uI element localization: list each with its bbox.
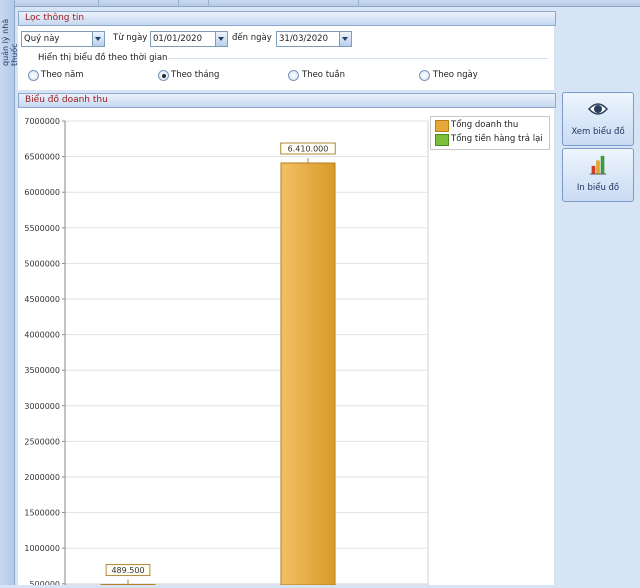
side-collapsed-tab[interactable]: quản lý nhà thuốc xyxy=(0,0,15,585)
radio-week-label: Theo tuần xyxy=(302,69,345,81)
chevron-down-icon[interactable] xyxy=(215,32,227,46)
period-select[interactable]: Quý này xyxy=(21,31,105,47)
top-tab[interactable] xyxy=(98,0,179,6)
right-actions-column: Xem biểu đồ In biểu đồ xyxy=(556,10,640,585)
y-tick-label: 1500000 xyxy=(24,509,60,518)
y-axis: 7000000 6500000 6000000 5500000 5000000 45000… xyxy=(24,117,65,585)
y-tick-label: 5000000 xyxy=(24,259,60,268)
to-date-label: đến ngày xyxy=(232,32,272,44)
y-tick-label: 2500000 xyxy=(24,437,60,446)
top-tab[interactable] xyxy=(40,0,99,6)
y-tick-label: 3500000 xyxy=(24,366,60,375)
radio-month-label: Theo tháng xyxy=(171,69,219,81)
data-label: 6.410.000 xyxy=(288,145,329,154)
y-tick-label: 4000000 xyxy=(24,331,60,340)
y-tick-label: 6000000 xyxy=(24,188,60,197)
print-chart-label: In biểu đồ xyxy=(563,183,633,193)
y-tick-label: 7000000 xyxy=(24,117,60,126)
data-label: 489.500 xyxy=(111,566,144,575)
period-select-value: Quý này xyxy=(24,33,59,45)
top-tab-strip xyxy=(0,0,640,7)
radio-week[interactable] xyxy=(288,70,299,81)
legend-swatch-returns xyxy=(435,134,449,146)
y-tick-label: 2000000 xyxy=(24,473,60,482)
y-tick-label: 5500000 xyxy=(24,224,60,233)
bar-chart-icon xyxy=(563,155,633,175)
filter-panel: Quý này Từ ngày 01/01/2020 đến ngày 31/0… xyxy=(18,26,554,90)
top-tab[interactable] xyxy=(208,0,359,6)
filter-panel-title: Lọc thông tin xyxy=(25,13,84,23)
radio-year-label: Theo năm xyxy=(41,69,84,81)
chevron-down-icon[interactable] xyxy=(339,32,351,46)
y-tick-label: 1000000 xyxy=(24,544,60,553)
y-tick-label: 4500000 xyxy=(24,295,60,304)
radio-day-label: Theo ngày xyxy=(433,69,478,81)
bar-revenue xyxy=(281,163,335,585)
chevron-down-icon[interactable] xyxy=(92,32,104,46)
to-date-value: 31/03/2020 xyxy=(279,33,328,45)
filter-panel-header: Lọc thông tin xyxy=(18,11,556,26)
revenue-chart: 7000000 6500000 6000000 5500000 5000000 45000… xyxy=(18,108,554,585)
to-date-field[interactable]: 31/03/2020 xyxy=(276,31,352,47)
side-tab-label: quản lý nhà thuốc xyxy=(1,6,19,66)
group-divider xyxy=(168,58,548,59)
from-date-label: Từ ngày xyxy=(113,32,147,44)
legend-label-returns: Tổng tiền hàng trả lại xyxy=(451,133,543,145)
time-group-label: Hiển thị biểu đồ theo thời gian xyxy=(38,52,167,64)
y-tick-label: 500000 xyxy=(29,580,60,585)
top-tab[interactable] xyxy=(178,0,209,6)
radio-year[interactable] xyxy=(28,70,39,81)
radio-day[interactable] xyxy=(419,70,430,81)
chart-legend: Tổng doanh thu Tổng tiền hàng trả lại xyxy=(430,116,550,150)
plot-area xyxy=(65,121,428,585)
chart-area: 7000000 6500000 6000000 5500000 5000000 45000… xyxy=(18,108,554,585)
legend-swatch-revenue xyxy=(435,120,449,132)
y-tick-label: 3000000 xyxy=(24,402,60,411)
y-tick-label: 6500000 xyxy=(24,153,60,162)
print-chart-button[interactable]: In biểu đồ xyxy=(562,148,634,202)
chart-panel-title: Biểu đồ doanh thu xyxy=(25,95,108,105)
from-date-value: 01/01/2020 xyxy=(153,33,202,45)
chart-panel-header: Biểu đồ doanh thu xyxy=(18,93,556,108)
view-chart-button[interactable]: Xem biểu đồ xyxy=(562,92,634,146)
chart-grid xyxy=(65,121,428,585)
view-chart-label: Xem biểu đồ xyxy=(563,127,633,137)
radio-month[interactable] xyxy=(158,70,169,81)
eye-icon xyxy=(563,99,633,119)
from-date-field[interactable]: 01/01/2020 xyxy=(150,31,228,47)
legend-label-revenue: Tổng doanh thu xyxy=(451,119,518,131)
